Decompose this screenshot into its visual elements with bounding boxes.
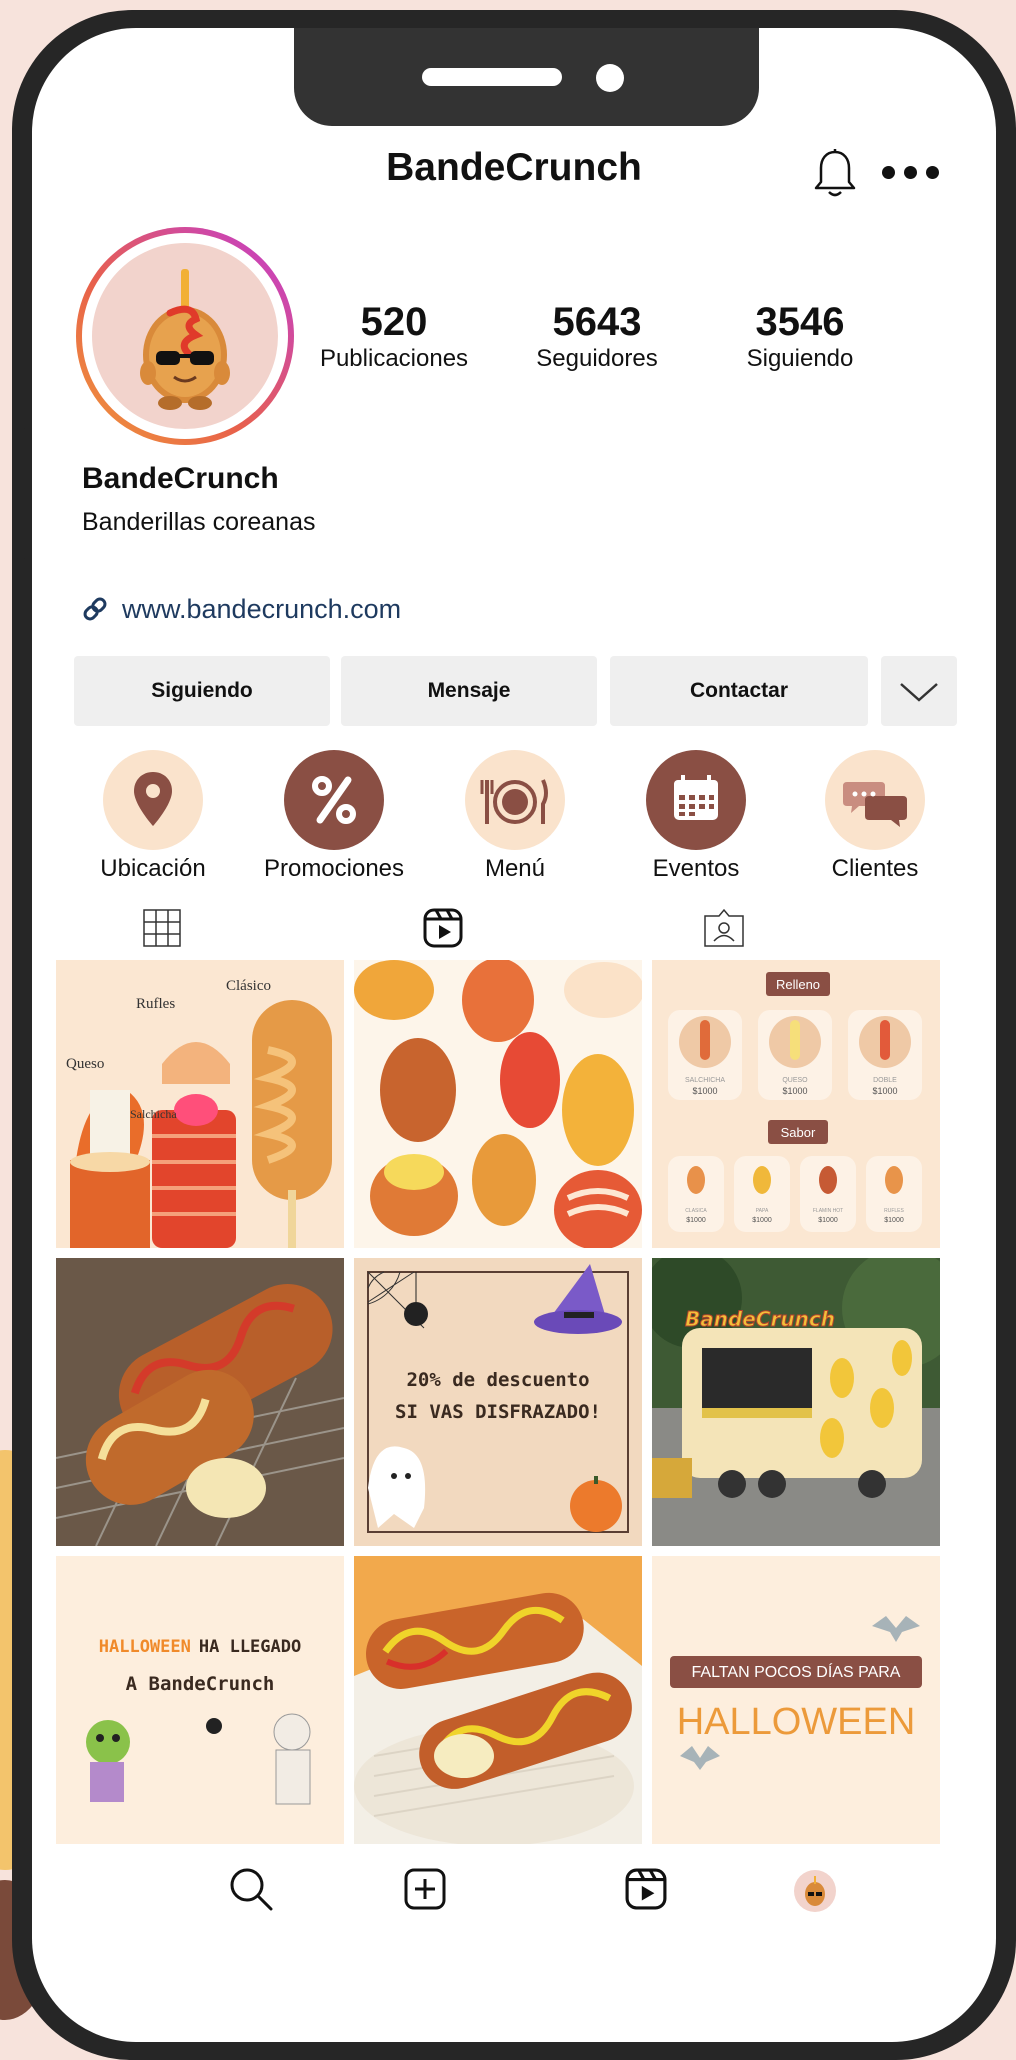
location-pin-icon [134, 772, 172, 826]
stat-followers[interactable]: 5643 Seguidores [497, 300, 697, 374]
add-post-icon[interactable] [404, 1868, 446, 1910]
menu-item-name: RUFLES [884, 1208, 904, 1214]
highlight-promotions[interactable]: Promociones [254, 750, 414, 883]
menu-item-name: FLAMIN HOT [813, 1208, 843, 1214]
truck-sign: BandeCrunch [685, 1307, 835, 1331]
menu-item-price: $1000 [752, 1217, 772, 1224]
menu-heading-sabor: Sabor [781, 1125, 816, 1140]
countdown-halloween: HALLOWEEN [677, 1701, 916, 1743]
post-tile[interactable] [354, 1556, 642, 1844]
highlight-clients[interactable]: Clientes [795, 750, 955, 883]
menu-item-name: PAPA [756, 1208, 769, 1214]
menu-item-name: DOBLE [873, 1077, 897, 1084]
speaker-grille [422, 68, 562, 86]
contact-button[interactable]: Contactar [610, 656, 868, 726]
menu-item-name: QUESO [782, 1077, 808, 1084]
reels-icon[interactable] [423, 908, 463, 948]
label-rufles: Rufles [136, 996, 175, 1012]
grid-icon[interactable] [142, 908, 182, 948]
phone-frame: BandeCrunch 520 Publicaciones 5643 Segui… [12, 10, 1016, 2060]
chevron-down-icon [900, 683, 938, 702]
menu-item-price: $1000 [692, 1086, 717, 1096]
stat-label: Siguiendo [746, 345, 854, 372]
post-tile[interactable]: HALLOWEEN HA LLEGADO A BandeCrunch [56, 1556, 344, 1844]
more-options-icon[interactable] [882, 166, 948, 182]
post-tile[interactable]: FALTAN POCOS DÍAS PARA HALLOWEEN [652, 1556, 940, 1844]
search-icon[interactable] [228, 1866, 274, 1912]
arrived-word: HA LLEGADO [199, 1637, 301, 1657]
highlight-location[interactable]: Ubicación [73, 750, 233, 883]
post-tile[interactable]: 20% de descuento SI VAS DISFRAZADO! [354, 1258, 642, 1546]
front-camera [596, 64, 624, 92]
highlight-label: Promociones [263, 855, 405, 882]
stat-label: Publicaciones [319, 345, 469, 372]
post-tile[interactable] [354, 960, 642, 1248]
posts-grid: Rufles Clásico Queso Salchicha Relleno S… [56, 960, 940, 1848]
stat-value: 3546 [755, 300, 845, 344]
highlight-menu[interactable]: Menú [435, 750, 595, 883]
stat-label: Seguidores [536, 345, 658, 372]
countdown-banner: FALTAN POCOS DÍAS PARA [692, 1662, 901, 1681]
menu-item-price: $1000 [818, 1217, 838, 1224]
highlight-label: Eventos [652, 855, 740, 882]
tagged-icon[interactable] [703, 908, 745, 948]
highlight-label: Ubicación [100, 855, 206, 882]
post-tile[interactable] [56, 1258, 344, 1546]
stat-posts[interactable]: 520 Publicaciones [294, 300, 494, 374]
phone-side-button [14, 428, 28, 524]
halloween-word: HALLOWEEN [99, 1637, 191, 1657]
menu-item-price: $1000 [782, 1086, 807, 1096]
phone-side-button [14, 302, 28, 350]
stat-value: 520 [360, 300, 428, 344]
phone-side-button [14, 558, 28, 654]
label-queso: Queso [66, 1056, 104, 1072]
profile-avatar-icon[interactable] [794, 1870, 836, 1912]
profile-link[interactable]: www.bandecrunch.com [122, 594, 401, 625]
reels-icon[interactable] [625, 1868, 667, 1910]
menu-item-price: $1000 [686, 1217, 706, 1224]
message-button[interactable]: Mensaje [341, 656, 597, 726]
phone-screen: BandeCrunch 520 Publicaciones 5643 Segui… [32, 28, 996, 2042]
suggestions-toggle-button[interactable] [881, 656, 957, 726]
post-tile[interactable]: BandeCrunch [652, 1258, 940, 1546]
label-clasico: Clásico [226, 978, 271, 994]
menu-item-name: CLASICA [685, 1208, 707, 1214]
fork-plate-knife-icon [480, 779, 548, 824]
menu-item-price: $1000 [872, 1086, 897, 1096]
post-tile[interactable]: Relleno SALCHICHA $1000 QUESO $1000 DOBL… [652, 960, 940, 1248]
stat-value: 5643 [552, 300, 642, 344]
chat-bubbles-icon [843, 782, 907, 827]
promo-line-2: SI VAS DISFRAZADO! [395, 1401, 601, 1423]
highlight-label: Menú [484, 855, 546, 882]
menu-item-price: $1000 [884, 1217, 904, 1224]
avatar[interactable] [76, 227, 294, 445]
promo-line-1: 20% de descuento [406, 1369, 589, 1391]
profile-name: BandeCrunch [82, 462, 279, 495]
stat-following[interactable]: 3546 Siguiendo [700, 300, 900, 374]
mascot-illustration [92, 243, 278, 429]
label-salchicha: Salchicha [130, 1107, 177, 1121]
following-button[interactable]: Siguiendo [74, 656, 330, 726]
highlight-events[interactable]: Eventos [616, 750, 776, 883]
profile-bio: Banderillas coreanas [82, 508, 316, 536]
menu-item-name: SALCHICHA [685, 1077, 725, 1084]
halloween-headline: HALLOWEEN HA LLEGADO [99, 1637, 301, 1657]
percent-icon [312, 776, 356, 824]
menu-heading-relleno: Relleno [776, 977, 820, 992]
bell-icon[interactable] [812, 148, 858, 200]
link-icon [83, 597, 107, 621]
calendar-icon [674, 775, 718, 820]
highlight-label: Clientes [831, 855, 919, 882]
post-tile[interactable]: Rufles Clásico Queso Salchicha [56, 960, 344, 1248]
halloween-subline: A BandeCrunch [126, 1673, 275, 1695]
phone-notch [294, 28, 759, 126]
